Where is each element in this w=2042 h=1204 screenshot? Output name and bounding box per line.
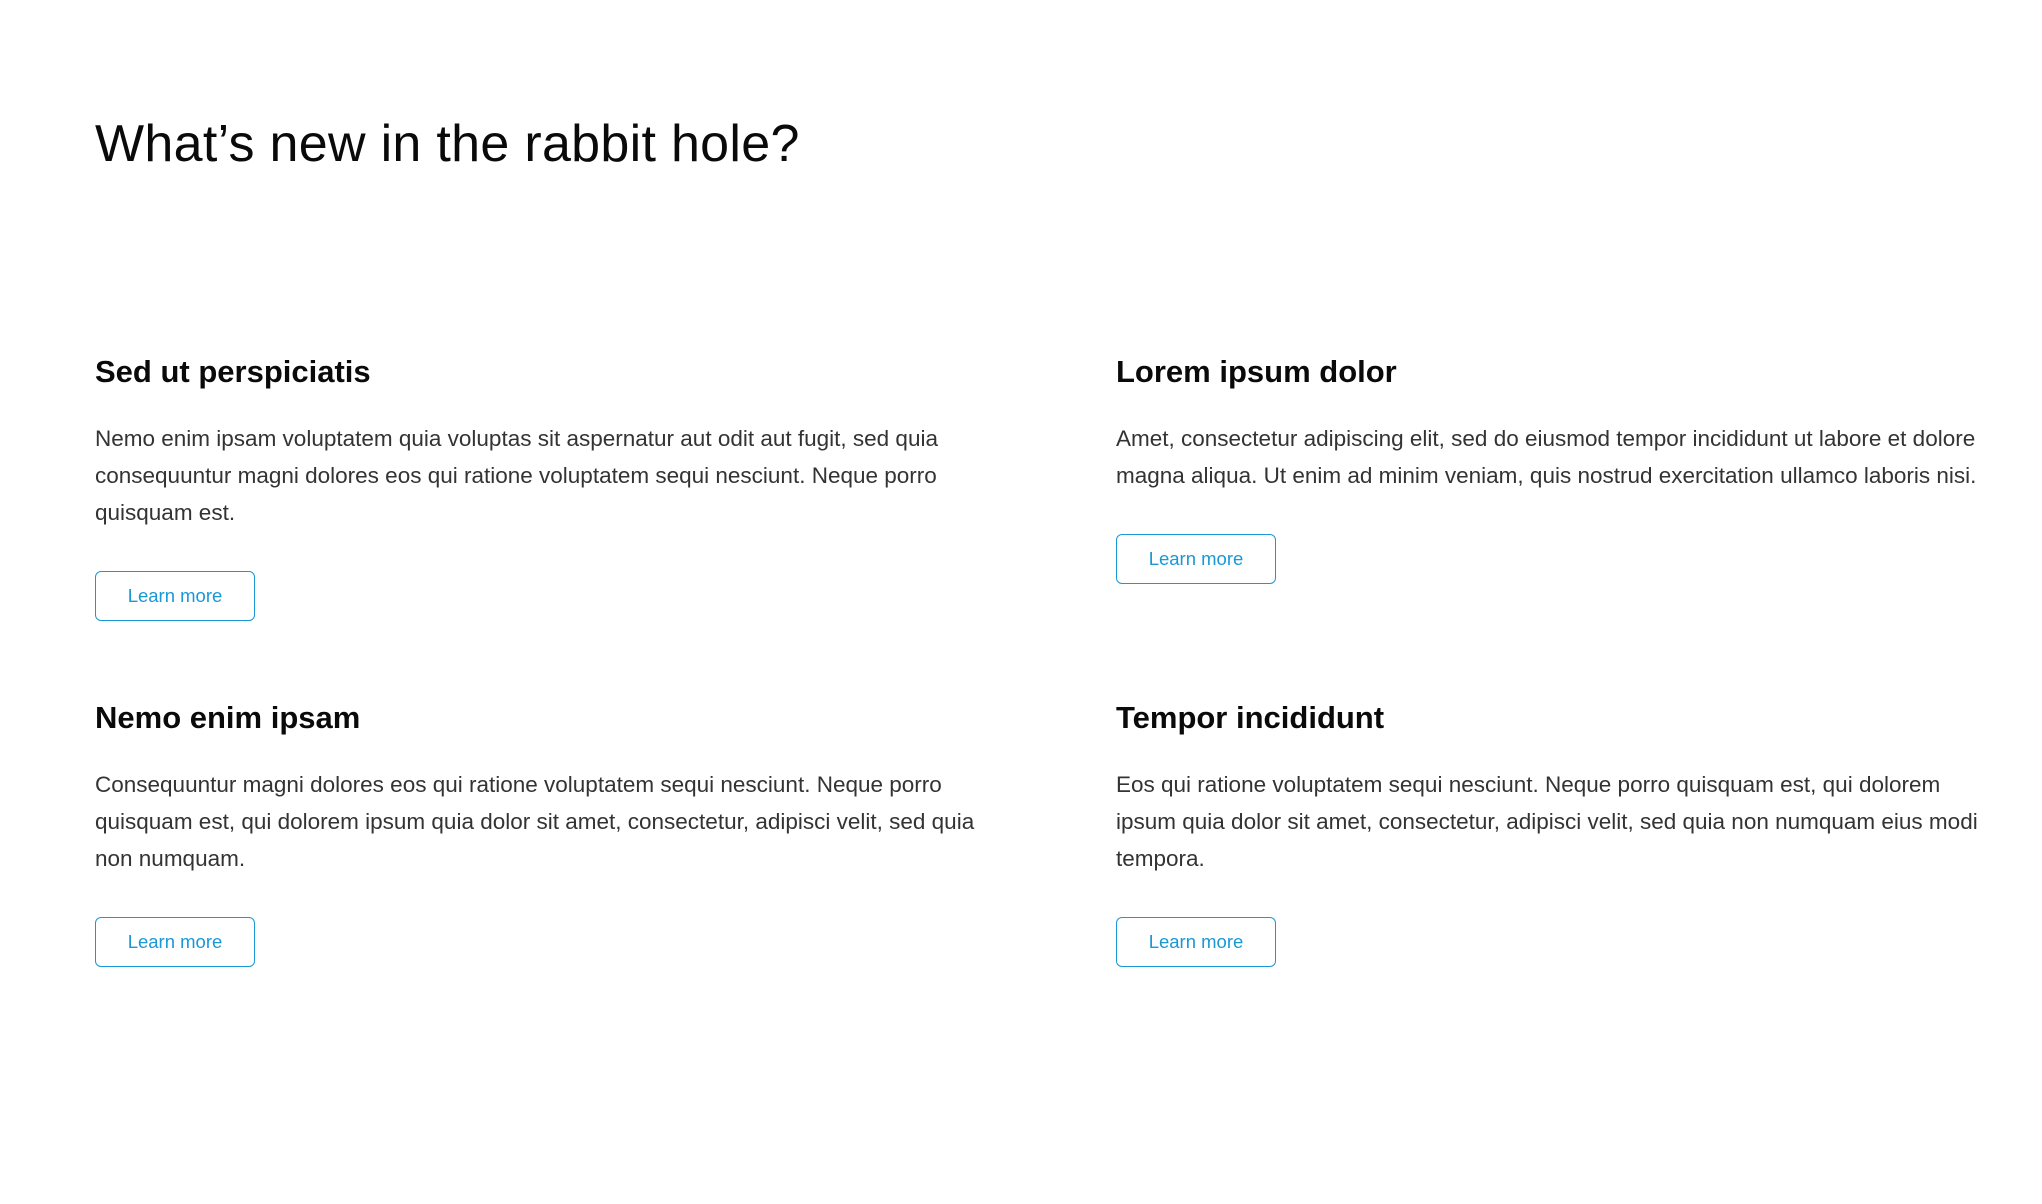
card-title: Lorem ipsum dolor	[1116, 354, 1397, 389]
news-card: Lorem ipsum dolor Amet, consectetur adip…	[1116, 350, 1996, 584]
card-title: Nemo enim ipsam	[95, 700, 361, 735]
card-title: Tempor incididunt	[1116, 700, 1385, 735]
learn-more-button[interactable]: Learn more	[95, 571, 255, 621]
card-title: Sed ut perspiciatis	[95, 354, 371, 389]
learn-more-button[interactable]: Learn more	[95, 917, 255, 967]
learn-more-button[interactable]: Learn more	[1116, 534, 1276, 584]
card-description: Eos qui ratione voluptatem sequi nesciun…	[1116, 772, 1978, 871]
news-card: Sed ut perspiciatis Nemo enim ipsam volu…	[95, 350, 975, 621]
page-title: What’s new in the rabbit hole?	[95, 115, 800, 173]
learn-more-button[interactable]: Learn more	[1116, 917, 1276, 967]
news-card: Tempor incididunt Eos qui ratione volupt…	[1116, 696, 1996, 967]
news-card: Nemo enim ipsam Consequuntur magni dolor…	[95, 696, 975, 967]
card-description: Nemo enim ipsam voluptatem quia voluptas…	[95, 426, 938, 525]
card-description: Consequuntur magni dolores eos qui ratio…	[95, 772, 975, 871]
card-description: Amet, consectetur adipiscing elit, sed d…	[1116, 426, 1977, 488]
